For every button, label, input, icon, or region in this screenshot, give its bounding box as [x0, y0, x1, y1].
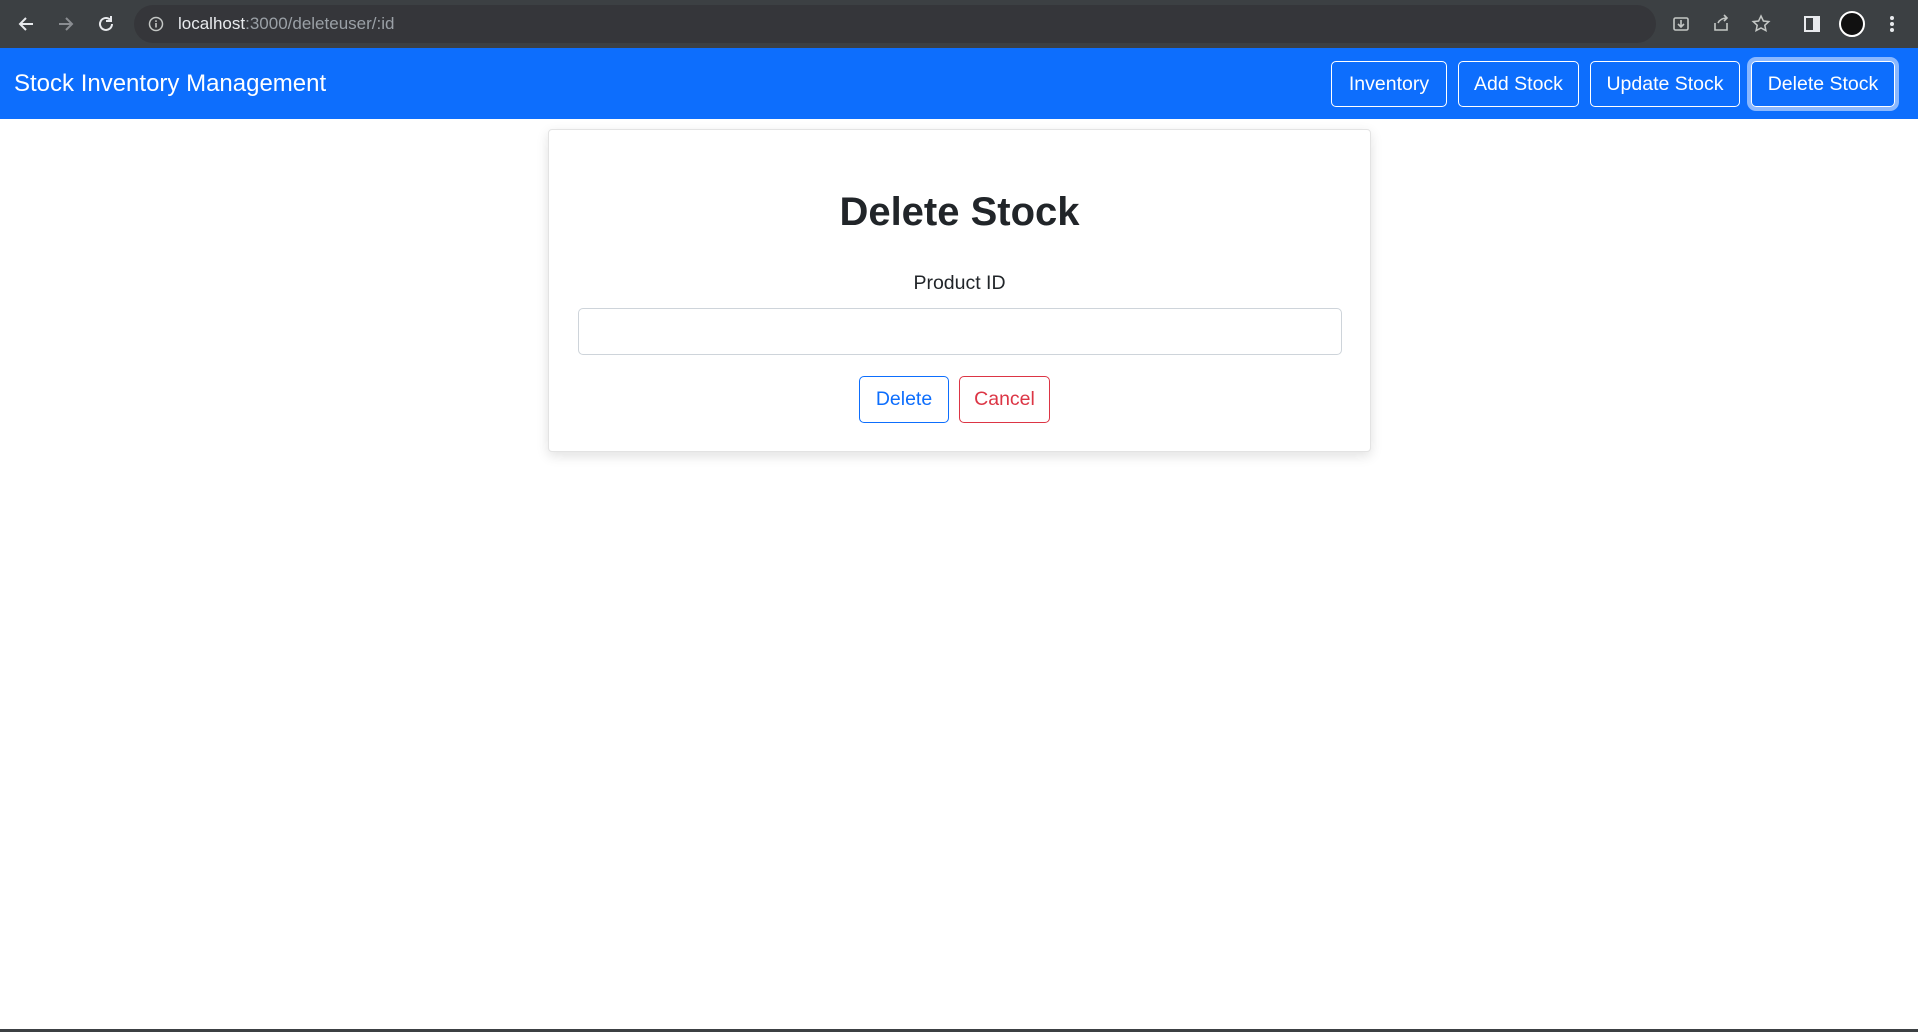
nav-inventory-button[interactable]: Inventory	[1331, 61, 1447, 107]
product-id-input[interactable]	[578, 308, 1342, 355]
site-info-icon[interactable]	[148, 16, 164, 32]
url-text: localhost:3000/deleteuser/:id	[178, 14, 394, 34]
reload-icon[interactable]	[92, 10, 120, 38]
forward-icon[interactable]	[52, 10, 80, 38]
product-id-label: Product ID	[913, 272, 1006, 294]
install-icon[interactable]	[1666, 5, 1696, 43]
bookmark-star-icon[interactable]	[1746, 5, 1776, 43]
nav-delete-stock-button[interactable]: Delete Stock	[1751, 61, 1895, 107]
delete-stock-card: Delete Stock Product ID Delete Cancel	[548, 129, 1371, 452]
nav-add-stock-button[interactable]: Add Stock	[1458, 61, 1579, 107]
page-title: Delete Stock	[839, 190, 1080, 234]
url-host: localhost	[178, 14, 246, 33]
side-panel-icon[interactable]	[1798, 10, 1826, 38]
share-icon[interactable]	[1706, 5, 1736, 43]
app-navbar: Stock Inventory Management Inventory Add…	[0, 48, 1918, 119]
navbar-brand[interactable]: Stock Inventory Management	[14, 48, 326, 119]
delete-button[interactable]: Delete	[859, 376, 949, 423]
cancel-button[interactable]: Cancel	[959, 376, 1050, 423]
profile-avatar[interactable]	[1838, 10, 1866, 38]
url-path: :3000/deleteuser/:id	[245, 14, 395, 33]
menu-kebab-icon[interactable]	[1878, 10, 1906, 38]
back-icon[interactable]	[12, 10, 40, 38]
nav-update-stock-button[interactable]: Update Stock	[1590, 61, 1740, 107]
address-bar[interactable]: localhost:3000/deleteuser/:id	[134, 5, 1771, 43]
browser-toolbar: localhost:3000/deleteuser/:id	[0, 0, 1918, 48]
